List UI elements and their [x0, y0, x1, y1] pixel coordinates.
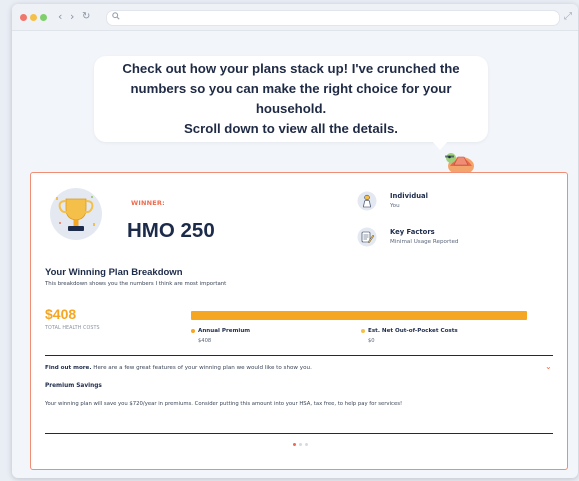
- breakdown-subtitle: This breakdown shows you the numbers I t…: [45, 281, 227, 287]
- winning-plan-card: WINNER: HMO 250 Individual You Key Facto…: [30, 172, 568, 470]
- household-subtitle: You: [390, 203, 400, 209]
- legend-oop-label: Est. Net Out-of-Pocket Costs: [368, 328, 458, 334]
- section-divider-top: [45, 355, 553, 356]
- legend-dot-premium: [191, 328, 195, 333]
- total-health-costs-label: TOTAL HEALTH COSTS: [45, 326, 100, 331]
- feature-pager: [293, 443, 308, 446]
- forward-icon[interactable]: ›: [70, 10, 74, 24]
- address-bar[interactable]: [106, 10, 560, 26]
- legend-premium-value: $408: [198, 338, 212, 344]
- total-health-costs-amount: $408: [45, 306, 77, 322]
- feature-description: Your winning plan will save you $720/yea…: [45, 401, 403, 407]
- trophy-icon: [50, 188, 102, 240]
- key-factors-title: Key Factors: [390, 228, 435, 236]
- find-out-more-rest: Here are a few great features of your wi…: [91, 365, 312, 371]
- legend-annual-premium: Annual Premium: [191, 328, 250, 334]
- assistant-speech-bubble: Check out how your plans stack up! I've …: [94, 56, 488, 142]
- maximize-window-button[interactable]: [40, 14, 47, 21]
- bubble-line-3: Scroll down to view all the details.: [184, 121, 398, 136]
- pager-dot[interactable]: [293, 443, 296, 446]
- pager-dot[interactable]: [299, 443, 302, 446]
- back-icon[interactable]: ‹: [58, 10, 62, 24]
- household-title: Individual: [390, 192, 428, 200]
- close-window-button[interactable]: [20, 14, 27, 21]
- winning-plan-name: HMO 250: [127, 219, 215, 242]
- pager-dot[interactable]: [305, 443, 308, 446]
- bubble-line-1: Check out how your plans stack up! I've …: [122, 61, 460, 76]
- legend-out-of-pocket: Est. Net Out-of-Pocket Costs: [361, 328, 458, 334]
- browser-toolbar: ‹ › ↻ ⤢: [12, 4, 578, 31]
- bubble-line-2: numbers so you can make the right choice…: [130, 81, 452, 116]
- winner-label: WINNER:: [131, 199, 165, 207]
- find-out-more-text[interactable]: Find out more. Here are a few great feat…: [45, 365, 312, 371]
- browser-window: ‹ › ↻ ⤢ Check out how your plans stack u…: [12, 4, 578, 478]
- bubble-message: Check out how your plans stack up! I've …: [94, 59, 488, 139]
- section-divider-bottom: [45, 433, 553, 434]
- legend-oop-value: $0: [368, 338, 375, 344]
- key-factors-subtitle: Minimal Usage Reported: [390, 239, 459, 245]
- chevron-down-icon[interactable]: ⌄: [545, 362, 552, 371]
- legend-dot-out-of-pocket: [361, 328, 365, 333]
- expand-icon[interactable]: ⤢: [564, 10, 572, 24]
- search-icon: [112, 11, 120, 25]
- legend-premium-label: Annual Premium: [198, 328, 251, 334]
- clipboard-pen-icon: [357, 227, 377, 247]
- cost-breakdown-bar: [191, 311, 527, 320]
- reload-icon[interactable]: ↻: [82, 10, 90, 24]
- minimize-window-button[interactable]: [30, 14, 37, 21]
- find-out-more-bold: Find out more.: [45, 365, 92, 371]
- person-icon: [357, 191, 377, 211]
- breakdown-title: Your Winning Plan Breakdown: [45, 267, 183, 278]
- feature-title: Premium Savings: [45, 383, 102, 389]
- annual-premium-bar-segment: [191, 311, 527, 320]
